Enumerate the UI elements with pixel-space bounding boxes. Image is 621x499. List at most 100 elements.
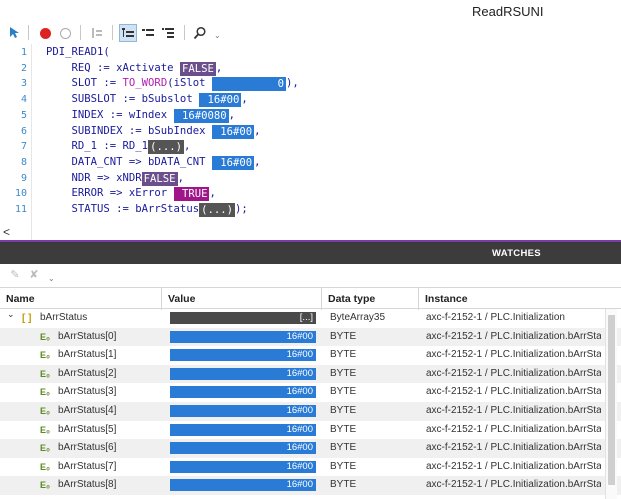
- live-value-badge[interactable]: (...): [148, 140, 184, 155]
- value-field[interactable]: 16#00: [170, 349, 316, 362]
- live-value-badge[interactable]: FALSE: [141, 171, 178, 186]
- table-row[interactable]: E₀ bArrStatus[8] 16#00 BYTE axc-f-2152-1 / P…: [0, 476, 621, 495]
- code-line[interactable]: SLOT := TO_WORD(iSlot 0),: [46, 76, 299, 92]
- live-value-badge[interactable]: (...): [199, 203, 235, 217]
- cursor-icon[interactable]: [6, 24, 24, 42]
- instance-path: axc-f-2152-1 / PLC.Initialization.bArrSt…: [426, 367, 601, 379]
- code-text: INDEX := wIndex: [46, 108, 174, 121]
- watch-options-caret[interactable]: ⌄: [48, 274, 55, 283]
- table-row[interactable]: ⌄[ ] bArrStatus [...] ByteArray35 axc-f-2152…: [0, 309, 621, 328]
- data-type: BYTE: [330, 330, 357, 342]
- code-text: );: [234, 203, 248, 215]
- table-row[interactable]: E₀ bArrStatus[5] 16#00 BYTE axc-f-2152-1 / P…: [0, 421, 621, 440]
- delete-watch-icon[interactable]: ✘: [27, 268, 41, 282]
- table-row[interactable]: E₀ bArrStatus[1] 16#00 BYTE axc-f-2152-1 / P…: [0, 346, 621, 365]
- list-icon[interactable]: [139, 24, 157, 42]
- live-value-badge[interactable]: 16#0080: [173, 108, 229, 123]
- value-field[interactable]: 16#00: [170, 405, 316, 417]
- table-row[interactable]: E₀ bArrStatus[7] 16#00 BYTE axc-f-2152-1 / P…: [0, 458, 621, 477]
- live-value-badge[interactable]: 0: [211, 77, 287, 92]
- code-line[interactable]: NDR => xNDR FALSE,: [46, 171, 184, 187]
- live-value-badge[interactable]: 16#00: [211, 124, 255, 139]
- table-row[interactable]: E₀ bArrStatus[0] 16#00 BYTE axc-f-2152-1 / P…: [0, 327, 621, 347]
- code-editor[interactable]: 1 2 3 4 5 6 7 8 9 10 11 PDI_READ1( REQ := xActivat…: [0, 44, 621, 240]
- value-field[interactable]: 16#00: [170, 386, 316, 399]
- column-name[interactable]: Name: [0, 288, 162, 310]
- code-line[interactable]: STATUS := bArrStatus (...));: [46, 202, 248, 218]
- search-icon[interactable]: [191, 24, 209, 42]
- variable-name: bArrStatus[0]: [58, 330, 117, 342]
- indent-icon[interactable]: [159, 24, 177, 42]
- variable-name: bArrStatus[6]: [58, 442, 117, 454]
- instance-path: axc-f-2152-1 / PLC.Initialization.bArrSt…: [426, 386, 601, 398]
- watches-panel-header: WATCHES: [0, 244, 621, 264]
- step-icon[interactable]: [88, 24, 106, 42]
- instance-path: axc-f-2152-1 / PLC.Initialization.bArrSt…: [426, 330, 601, 342]
- horizontal-scrollbar[interactable]: <: [0, 225, 621, 240]
- variable-name: bArrStatus[8]: [58, 479, 117, 491]
- breakpoint-icon[interactable]: [36, 24, 54, 42]
- variable-name: bArrStatus[5]: [58, 423, 117, 435]
- code-text: ERROR => xError: [46, 187, 174, 200]
- code-line[interactable]: REQ := xActivate FALSE,: [46, 61, 222, 77]
- watches-vertical-scrollbar[interactable]: [605, 309, 617, 499]
- tree-view-icon[interactable]: [119, 24, 137, 42]
- live-value-badge[interactable]: FALSE: [179, 61, 216, 76]
- code-text: ,: [228, 108, 235, 121]
- column-data-type[interactable]: Data type: [322, 288, 419, 310]
- live-value-badge[interactable]: TRUE: [173, 187, 210, 202]
- data-type: BYTE: [330, 405, 357, 416]
- line-number: 8: [20, 156, 27, 168]
- data-type: BYTE: [330, 367, 357, 379]
- value-field[interactable]: 16#00: [170, 367, 316, 380]
- value-field[interactable]: [...]: [170, 312, 316, 324]
- code-text: DATA_CNT => bDATA_CNT: [46, 155, 212, 168]
- data-type: BYTE: [330, 479, 357, 491]
- live-value-badge[interactable]: 16#00: [211, 155, 255, 170]
- value-field[interactable]: 16#00: [170, 479, 316, 492]
- line-number: 1: [20, 47, 27, 58]
- scrollbar-thumb[interactable]: [608, 315, 615, 485]
- table-row[interactable]: E₀ bArrStatus[2] 16#00 BYTE axc-f-2152-1 / P…: [0, 364, 621, 384]
- variable-name: bArrStatus: [40, 312, 88, 323]
- code-text: (iSlot: [167, 77, 212, 90]
- search-dropdown-caret[interactable]: ⌄: [214, 31, 221, 40]
- line-number: 4: [20, 94, 27, 106]
- code-line[interactable]: INDEX := wIndex 16#0080,: [46, 108, 235, 124]
- table-row[interactable]: E₀ bArrStatus[3] 16#00 BYTE axc-f-2152-1 / P…: [0, 383, 621, 402]
- table-row[interactable]: E₀ bArrStatus[4] 16#00 BYTE axc-f-2152-1 / P…: [0, 402, 621, 421]
- value-field[interactable]: 16#00: [170, 330, 316, 343]
- code-text: SUBSLOT := bSubslot: [46, 93, 200, 106]
- line-number: 11: [14, 204, 27, 215]
- code-line[interactable]: DATA_CNT => bDATA_CNT 16#00,: [46, 155, 261, 171]
- editor-toolbar: ⌄: [0, 22, 621, 44]
- code-line[interactable]: SUBSLOT := bSubslot 16#00,: [46, 92, 248, 108]
- code-line[interactable]: RD_1 := RD_1 (...),: [46, 139, 190, 155]
- code-line[interactable]: ERROR => xError TRUE,: [46, 186, 216, 202]
- code-text: ,: [209, 187, 216, 200]
- code-text: ,: [177, 171, 184, 184]
- disabled-breakpoint-icon[interactable]: [56, 24, 74, 42]
- column-value[interactable]: Value: [162, 288, 322, 310]
- table-row[interactable]: E₀ bArrStatus[6] 16#00 BYTE axc-f-2152-1 / P…: [0, 439, 621, 458]
- instance-path: axc-f-2152-1 / PLC.Initialization.bArrSt…: [426, 479, 601, 491]
- line-number: 6: [20, 125, 27, 137]
- value-field[interactable]: 16#00: [170, 423, 316, 436]
- data-type: BYTE: [330, 349, 357, 361]
- variable-name: bArrStatus[2]: [58, 367, 117, 379]
- value-field[interactable]: 16#00: [170, 460, 316, 473]
- watches-toolbar: ✎ ✘ ⌄: [0, 264, 621, 286]
- code-text: ,: [254, 155, 261, 168]
- line-number: 2: [20, 62, 27, 74]
- column-instance[interactable]: Instance: [419, 288, 621, 310]
- code-line[interactable]: PDI_READ1(: [46, 45, 110, 61]
- edit-icon[interactable]: ✎: [8, 268, 22, 282]
- live-value-badge[interactable]: 16#00: [199, 93, 242, 108]
- watches-title: WATCHES: [492, 248, 541, 259]
- scroll-left-arrow-icon[interactable]: <: [3, 225, 10, 239]
- value-field[interactable]: 16#00: [170, 442, 316, 455]
- line-number: 7: [20, 141, 27, 153]
- code-line[interactable]: SUBINDEX := bSubIndex 16#00,: [46, 124, 261, 140]
- instance-path: axc-f-2152-1 / PLC.Initialization.bArrSt…: [426, 423, 601, 435]
- code-text: ,: [241, 93, 248, 106]
